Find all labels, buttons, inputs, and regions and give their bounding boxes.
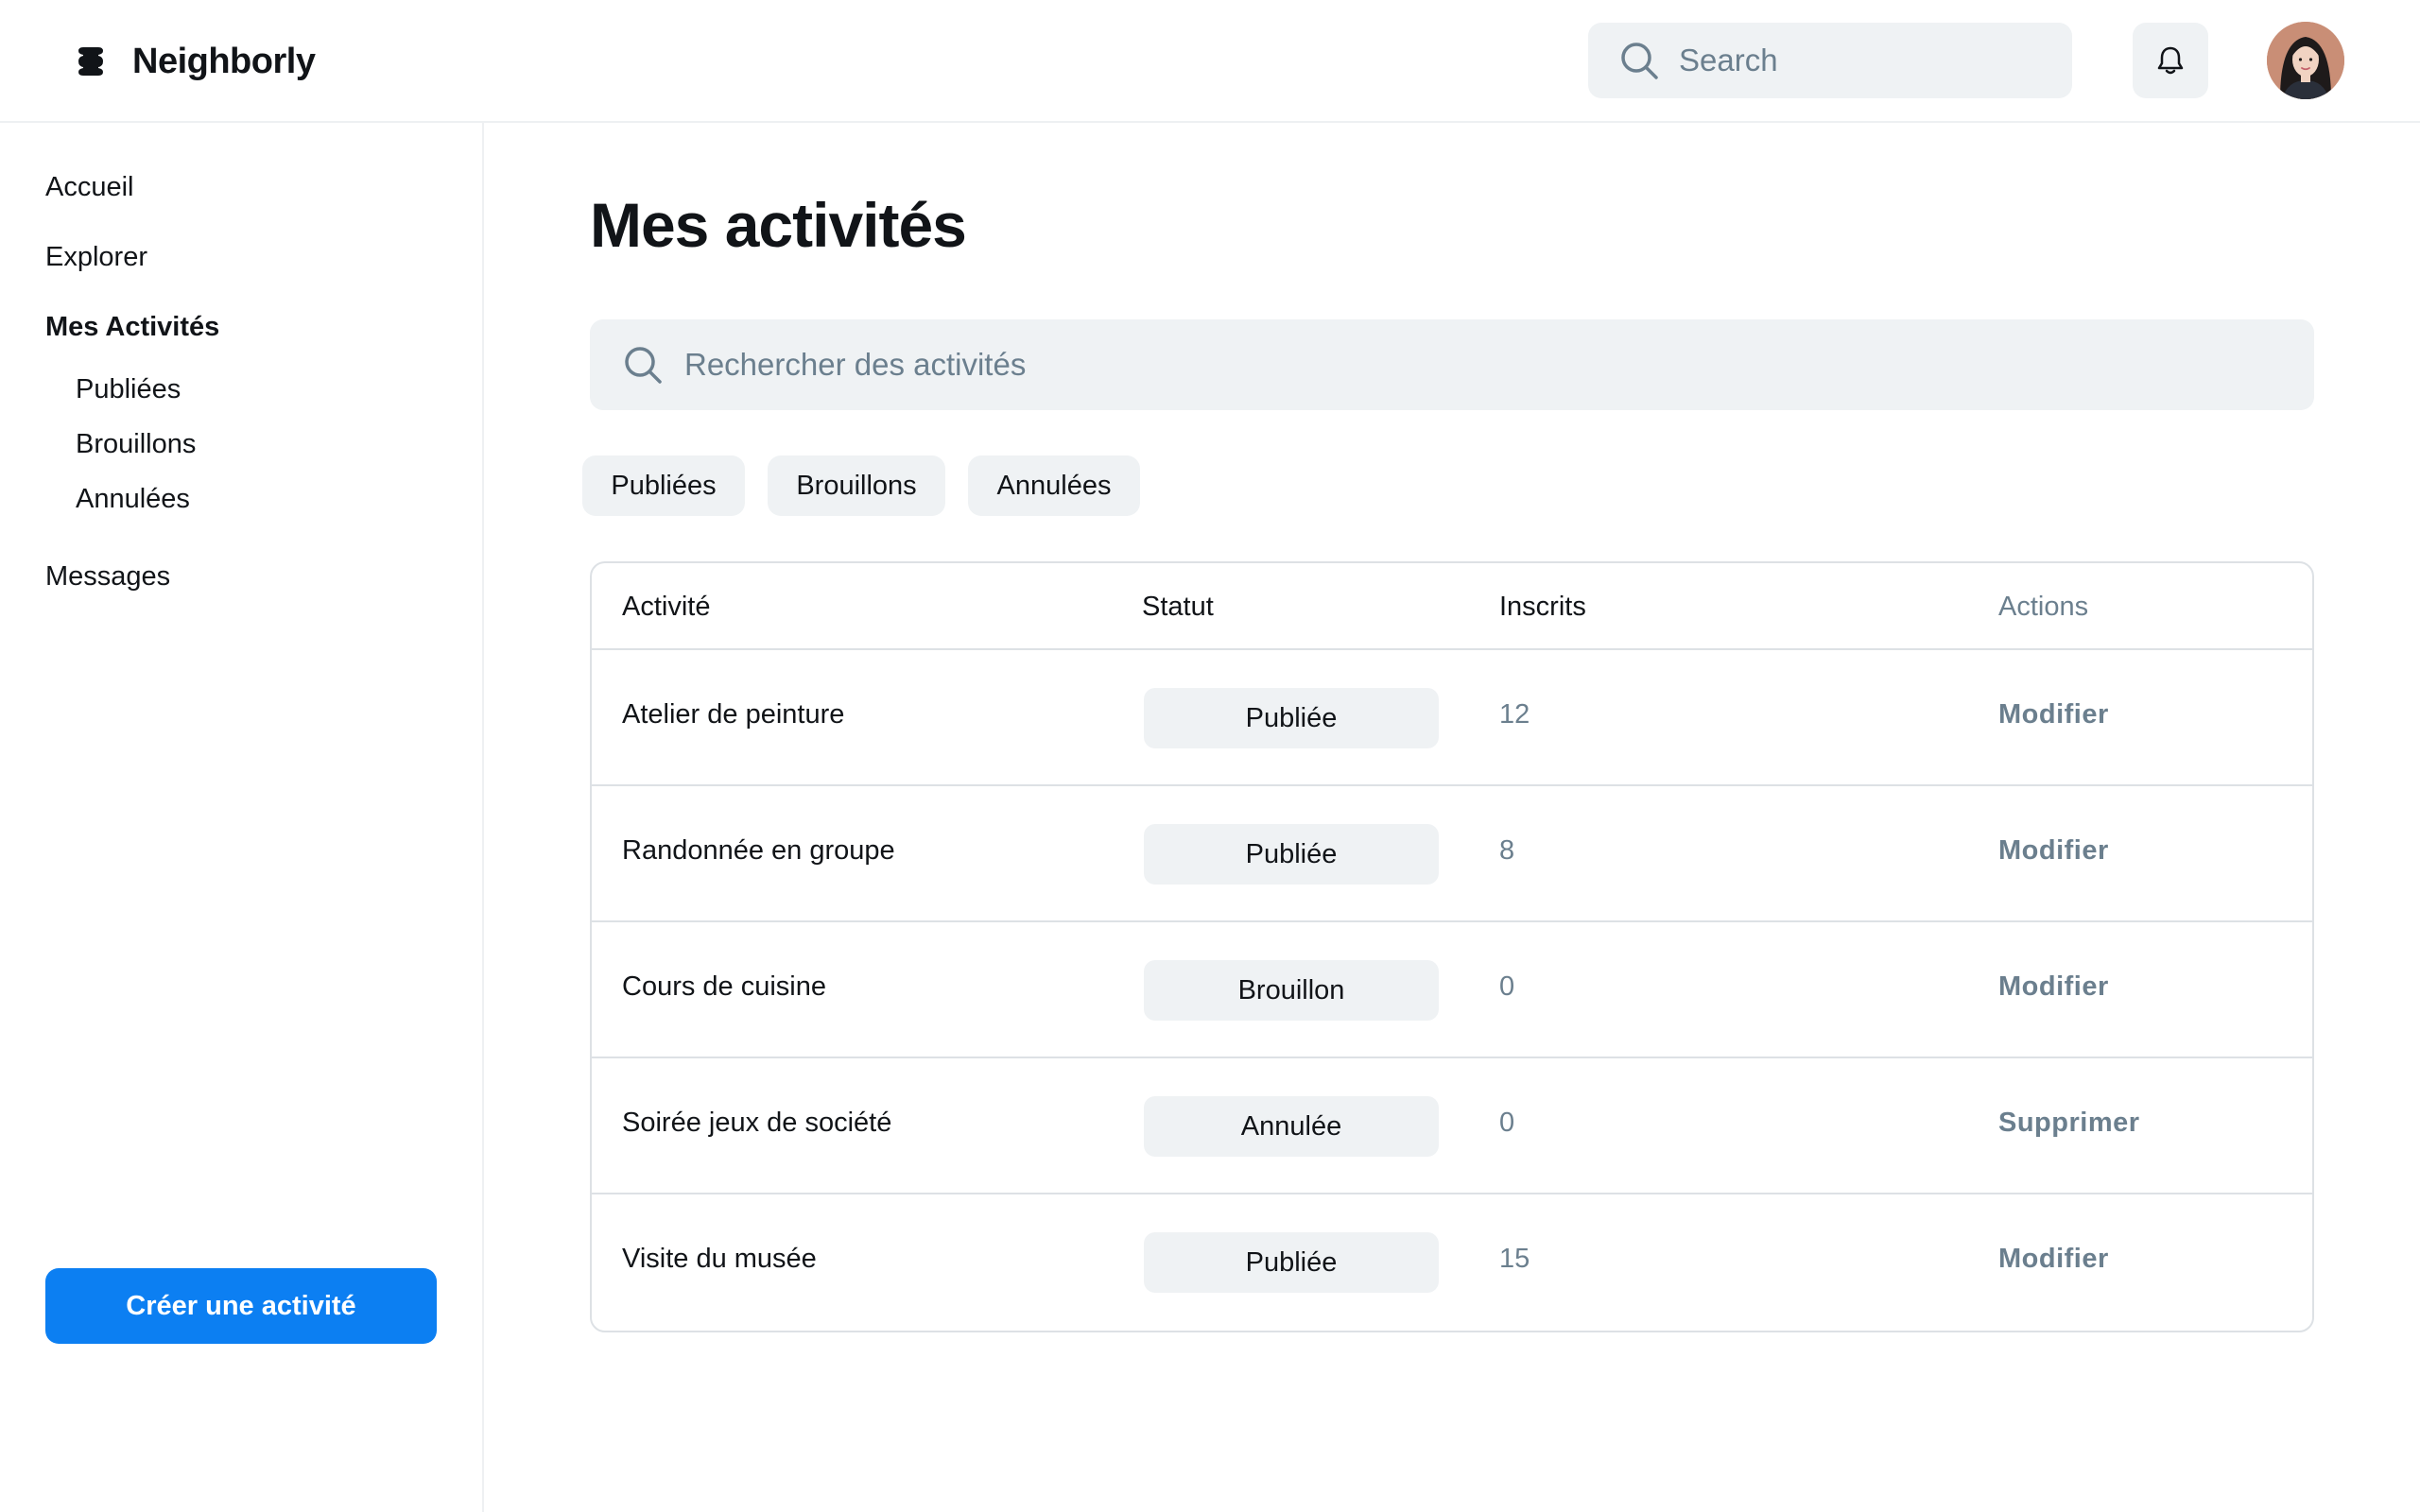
page-title: Mes activités bbox=[590, 190, 967, 260]
activity-name: Cours de cuisine bbox=[622, 971, 826, 1002]
registered-count: 0 bbox=[1499, 1108, 1515, 1138]
registered-count: 12 bbox=[1499, 699, 1530, 730]
column-header-inscrits[interactable]: Inscrits bbox=[1499, 592, 1586, 623]
edit-action-link[interactable]: Modifier bbox=[1998, 1244, 2109, 1275]
sidebar-subitem-annulees[interactable]: Annulées bbox=[76, 484, 190, 515]
status-badge: Publiée bbox=[1144, 824, 1439, 885]
activity-name: Soirée jeux de société bbox=[622, 1108, 892, 1138]
header-search-placeholder: Search bbox=[1679, 43, 1778, 77]
table-row[interactable]: Cours de cuisine Brouillon 0 Modifier bbox=[592, 922, 2312, 1058]
filter-chip-annulees[interactable]: Annulées bbox=[968, 455, 1140, 516]
table-header: Activité Statut Inscrits Actions bbox=[592, 563, 2312, 650]
create-activity-button[interactable]: Créer une activité bbox=[45, 1268, 437, 1344]
status-badge: Brouillon bbox=[1144, 960, 1439, 1021]
activity-name: Randonnée en groupe bbox=[622, 835, 895, 866]
status-badge: Publiée bbox=[1144, 1232, 1439, 1293]
table-row[interactable]: Visite du musée Publiée 15 Modifier bbox=[592, 1194, 2312, 1331]
search-icon bbox=[1621, 43, 1658, 79]
column-header-actions: Actions bbox=[1998, 592, 2089, 622]
edit-action-link[interactable]: Modifier bbox=[1998, 699, 2109, 730]
user-avatar[interactable] bbox=[2267, 22, 2344, 99]
activities-table: Activité Statut Inscrits Actions Atelier… bbox=[590, 561, 2314, 1332]
sidebar-item-accueil[interactable]: Accueil bbox=[45, 172, 134, 203]
activity-name: Atelier de peinture bbox=[622, 699, 845, 730]
column-header-activite[interactable]: Activité bbox=[622, 592, 710, 623]
edit-action-link[interactable]: Modifier bbox=[1998, 971, 2109, 1003]
activities-search-input[interactable]: Rechercher des activités bbox=[590, 319, 2314, 410]
filter-chip-brouillons[interactable]: Brouillons bbox=[768, 455, 945, 516]
edit-action-link[interactable]: Modifier bbox=[1998, 835, 2109, 867]
registered-count: 15 bbox=[1499, 1244, 1530, 1274]
table-row[interactable]: Soirée jeux de société Annulée 0 Supprim… bbox=[592, 1058, 2312, 1194]
registered-count: 8 bbox=[1499, 835, 1515, 866]
bell-icon bbox=[2157, 46, 2184, 75]
search-icon bbox=[625, 347, 662, 384]
activities-search-placeholder: Rechercher des activités bbox=[684, 347, 1027, 382]
table-row[interactable]: Randonnée en groupe Publiée 8 Modifier bbox=[592, 786, 2312, 922]
notifications-button[interactable] bbox=[2133, 23, 2208, 98]
sidebar-item-messages[interactable]: Messages bbox=[45, 561, 170, 593]
filter-chip-publiees[interactable]: Publiées bbox=[582, 455, 745, 516]
top-header: Neighborly Search bbox=[0, 0, 2420, 123]
sidebar-item-mes-activites[interactable]: Mes Activités bbox=[45, 312, 219, 343]
table-row[interactable]: Atelier de peinture Publiée 12 Modifier bbox=[592, 650, 2312, 786]
header-search-input[interactable]: Search bbox=[1588, 23, 2072, 98]
stack-logo-icon bbox=[78, 47, 103, 76]
sidebar: Accueil Explorer Mes Activités Publiées … bbox=[0, 123, 484, 1512]
sidebar-item-explorer[interactable]: Explorer bbox=[45, 242, 147, 273]
column-header-statut[interactable]: Statut bbox=[1142, 592, 1214, 623]
sidebar-subitem-publiees[interactable]: Publiées bbox=[76, 374, 181, 405]
brand-name: Neighborly bbox=[132, 41, 316, 81]
activity-name: Visite du musée bbox=[622, 1244, 817, 1274]
brand[interactable]: Neighborly bbox=[74, 40, 316, 83]
status-badge: Annulée bbox=[1144, 1096, 1439, 1157]
status-badge: Publiée bbox=[1144, 688, 1439, 748]
sidebar-subitem-brouillons[interactable]: Brouillons bbox=[76, 429, 196, 460]
registered-count: 0 bbox=[1499, 971, 1515, 1002]
delete-action-link[interactable]: Supprimer bbox=[1998, 1108, 2140, 1139]
